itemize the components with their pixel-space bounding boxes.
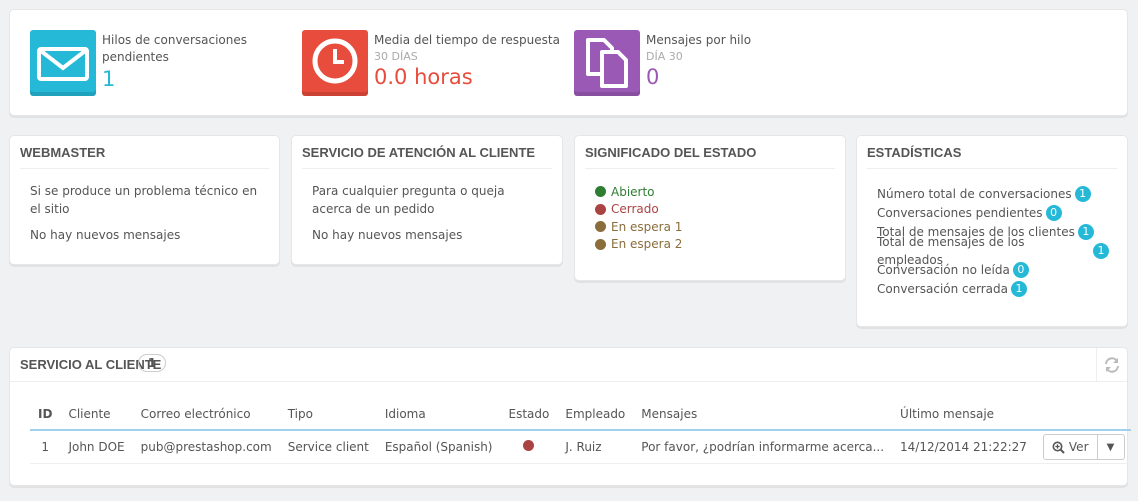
kpi-value: 1	[102, 67, 116, 91]
stat-label: Conversaciones pendientes	[877, 205, 1043, 220]
status-dot-icon	[595, 221, 606, 233]
actions-dropdown-toggle[interactable]: ▼	[1098, 435, 1124, 459]
stat-item: Conversación cerrada 1	[877, 279, 1109, 298]
stat-label: Conversación cerrada	[877, 281, 1009, 296]
cell-type: Service client	[279, 430, 377, 464]
status-dot-icon	[595, 203, 606, 215]
cell-email: pub@prestashop.com	[132, 430, 280, 464]
stat-item: Conversaciones pendientes 0	[877, 203, 1109, 222]
zoom-in-icon	[1052, 441, 1065, 454]
kpi-title: Mensajes por hilo	[646, 33, 752, 47]
cell-actions: Ver ▼	[1034, 430, 1131, 464]
state-dot	[523, 440, 535, 451]
caret-down-icon: ▼	[1106, 441, 1115, 453]
stat-badge: 1	[1074, 185, 1091, 202]
status-legend-panel: SIGNIFICADO DEL ESTADO Abierto Cerrado En …	[574, 135, 846, 281]
refresh-button[interactable]	[1096, 348, 1127, 381]
cell-language: Español (Spanish)	[376, 430, 501, 464]
cell-state	[500, 430, 558, 464]
service-new-messages[interactable]: No hay nuevos mensajes	[312, 226, 544, 244]
row-actions: Ver ▼	[1042, 434, 1125, 460]
panel-title: WEBMASTER	[20, 144, 269, 169]
webmaster-new-messages[interactable]: No hay nuevos mensajes	[30, 226, 261, 244]
column-header[interactable]: Idioma	[376, 399, 501, 431]
kpi-title: Hilos de conversaciones pendientes	[102, 33, 247, 64]
legend-label: En espera 1	[611, 219, 683, 234]
view-button[interactable]: Ver	[1044, 435, 1098, 459]
stat-label: Número total de conversaciones	[877, 186, 1072, 201]
column-header[interactable]: Último mensaje	[892, 399, 1035, 431]
legend-item: En espera 1	[595, 218, 827, 236]
stat-badge: 0	[1045, 204, 1062, 221]
thread-count-badge: 1	[138, 354, 166, 372]
status-dot-icon	[595, 186, 606, 198]
stat-badge: 0	[1012, 261, 1029, 278]
panel-title: SIGNIFICADO DEL ESTADO	[585, 144, 835, 169]
panel-title: SERVICIO DE ATENCIÓN AL CLIENTE	[302, 144, 552, 169]
cell-message: Por favor, ¿podrían informarme acerca...	[633, 430, 893, 464]
cell-employee: J. Ruiz	[557, 430, 634, 464]
legend-label: Abierto	[611, 184, 655, 199]
column-header-actions	[1034, 399, 1131, 431]
column-header[interactable]: Estado	[500, 399, 558, 431]
kpi-value: 0.0 horas	[374, 65, 473, 89]
kpi-value: 0	[646, 65, 660, 89]
cell-client: John DOE	[60, 430, 133, 464]
column-header[interactable]: Tipo	[279, 399, 377, 431]
statistics-panel: ESTADÍSTICAS Número total de conversacio…	[856, 135, 1128, 327]
legend-label: En espera 2	[611, 237, 683, 252]
view-label: Ver	[1068, 440, 1089, 454]
status-dot-icon	[595, 238, 606, 250]
stat-badge: 1	[1093, 242, 1109, 259]
customer-service-contact-panel: SERVICIO DE ATENCIÓN AL CLIENTE Para cua…	[291, 135, 563, 265]
table-row[interactable]: 1 John DOE pub@prestashop.com Service cl…	[30, 430, 1131, 464]
kpi-subtitle: 30 DÍAS	[374, 50, 418, 63]
kpi-subtitle: DÍA 30	[646, 50, 683, 63]
cell-id: 1	[30, 430, 61, 464]
column-header[interactable]: Cliente	[60, 399, 133, 431]
column-header[interactable]: Empleado	[557, 399, 634, 431]
stat-label: Conversación no leída	[877, 262, 1010, 277]
webmaster-panel: WEBMASTER Si se produce un problema técn…	[9, 135, 280, 265]
cell-last-message: 14/12/2014 21:22:27	[892, 430, 1035, 464]
envelope-icon	[30, 30, 96, 96]
column-header[interactable]: ID	[30, 399, 61, 431]
kpi-title: Media del tiempo de respuesta	[374, 33, 560, 47]
stat-badge: 1	[1011, 280, 1028, 297]
customer-threads-panel: SERVICIO AL CLIENTE 1 ID Cliente Correo el…	[9, 347, 1131, 486]
clock-icon	[302, 30, 368, 96]
service-description: Para cualquier pregunta o queja acerca d…	[312, 184, 505, 216]
panel-title: ESTADÍSTICAS	[867, 144, 1117, 169]
column-header[interactable]: Correo electrónico	[132, 399, 280, 431]
legend-label: Cerrado	[611, 202, 659, 217]
webmaster-description: Si se produce un problema técnico en el …	[30, 184, 258, 216]
customer-threads-table: ID Cliente Correo electrónico Tipo Idioma Est…	[30, 399, 1131, 464]
legend-item: En espera 2	[595, 236, 827, 254]
stat-item: Número total de conversaciones 1	[877, 184, 1109, 203]
copy-icon	[574, 30, 640, 96]
stat-item: Total de mensajes de los empleados 1	[877, 235, 1109, 267]
kpi-panel: Hilos de conversaciones pendientes 1 Med…	[9, 9, 1128, 116]
column-header[interactable]: Mensajes	[633, 399, 893, 431]
refresh-icon	[1105, 356, 1119, 373]
legend-item: Cerrado	[595, 201, 827, 219]
table-header: ID Cliente Correo electrónico Tipo Idioma Est…	[30, 399, 1131, 431]
legend-item: Abierto	[595, 183, 827, 201]
